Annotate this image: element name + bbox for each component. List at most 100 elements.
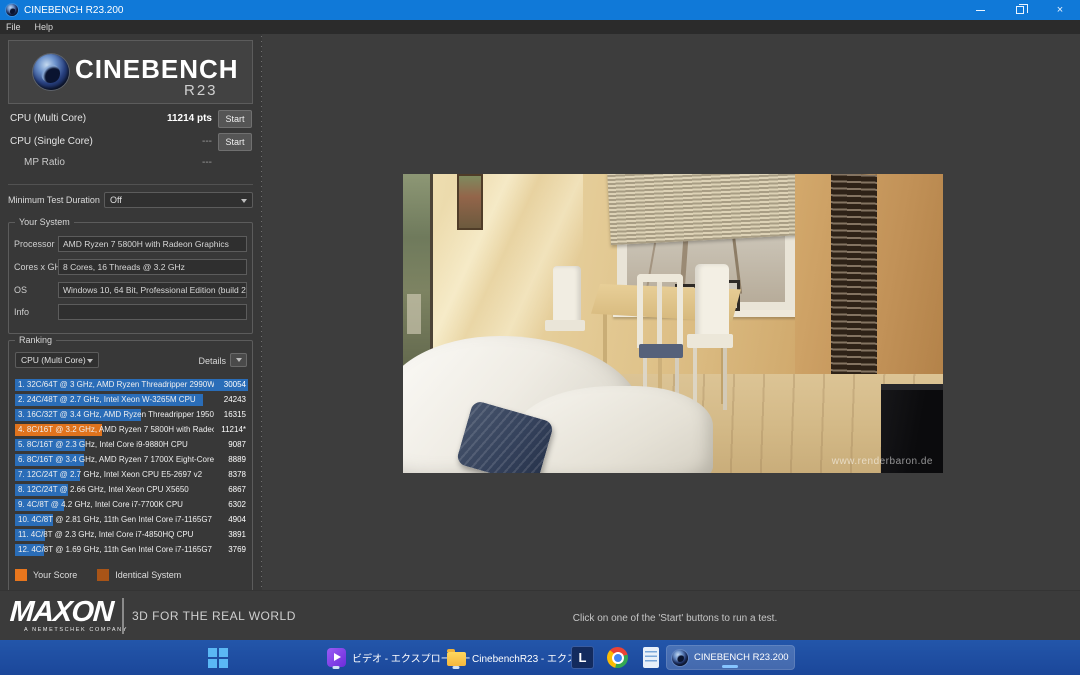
windows-logo-icon <box>208 648 228 668</box>
ranking-row-label: 10. 4C/8T @ 2.81 GHz, 11th Gen Intel Cor… <box>18 514 214 526</box>
cinebench-logo-text: CINEBENCH <box>75 54 239 85</box>
ranking-row[interactable]: 1. 32C/64T @ 3 GHz, AMD Ryzen Threadripp… <box>15 379 248 391</box>
details-toggle-button[interactable] <box>230 353 247 367</box>
mp-ratio-label: MP Ratio <box>24 157 65 168</box>
ranking-row-score: 9087 <box>228 439 246 451</box>
identical-system-label: Identical System <box>115 570 181 580</box>
info-label: Info <box>14 307 29 317</box>
os-label: OS <box>14 285 27 295</box>
maxon-tagline: 3D FOR THE REAL WORLD <box>132 609 296 623</box>
your-system-title: Your System <box>15 217 74 227</box>
cinebench-app-icon <box>6 4 18 16</box>
benchmark-render-image: www.renderbaron.de <box>403 174 943 473</box>
footer-divider <box>122 598 124 634</box>
chair-left <box>553 266 581 324</box>
ranking-row-score: 24243 <box>224 394 246 406</box>
chevron-down-icon <box>87 359 93 363</box>
ranking-row[interactable]: 2. 24C/48T @ 2.7 GHz, Intel Xeon W-3265M… <box>15 394 248 406</box>
cores-ghz-field[interactable]: 8 Cores, 16 Threads @ 3.2 GHz <box>58 259 247 275</box>
venetian-blinds <box>607 174 806 245</box>
ranking-row[interactable]: 4. 8C/16T @ 3.2 GHz, AMD Ryzen 7 5800H w… <box>15 424 248 436</box>
maxon-sub-text: A NEMETSCHEK COMPANY <box>24 627 128 633</box>
chair-right <box>695 264 729 342</box>
ranking-legend: Your Score Identical System <box>15 569 195 581</box>
ranking-row-label: 8. 12C/24T @ 2.66 GHz, Intel Xeon CPU X5… <box>18 484 214 496</box>
menu-help[interactable]: Help <box>35 22 54 32</box>
ranking-row[interactable]: 8. 12C/24T @ 2.66 GHz, Intel Xeon CPU X5… <box>15 484 248 496</box>
close-button[interactable]: × <box>1040 0 1080 20</box>
ranking-row[interactable]: 12. 4C/8T @ 1.69 GHz, 11th Gen Intel Cor… <box>15 544 248 556</box>
chair-left-seat <box>545 320 585 331</box>
processor-label: Processor <box>14 239 55 249</box>
menu-file[interactable]: File <box>6 22 21 32</box>
ranking-row-score: 3891 <box>228 529 246 541</box>
identical-system-swatch <box>97 569 109 581</box>
l-app-icon: L <box>571 646 594 669</box>
ranking-row-label: 1. 32C/64T @ 3 GHz, AMD Ryzen Threadripp… <box>18 379 214 391</box>
ranking-row-score: 3769 <box>228 544 246 556</box>
ranking-filter-value: CPU (Multi Core) <box>21 355 86 365</box>
ranking-row-score: 16315 <box>224 409 246 421</box>
chevron-down-icon <box>236 358 242 362</box>
cinebench-logo-icon <box>33 54 69 90</box>
close-icon: × <box>1057 4 1063 16</box>
picture-frame <box>457 174 483 230</box>
minimize-icon <box>976 10 985 11</box>
mp-ratio-row: MP Ratio --- <box>8 154 253 172</box>
ranking-row[interactable]: 11. 4C/8T @ 2.3 GHz, Intel Core i7-4850H… <box>15 529 248 541</box>
running-indicator <box>453 666 460 669</box>
panel-resize-handle[interactable] <box>261 36 262 588</box>
ranking-group: Ranking CPU (Multi Core) Details 1. 32C/… <box>8 340 253 592</box>
ranking-row[interactable]: 10. 4C/8T @ 2.81 GHz, 11th Gen Intel Cor… <box>15 514 248 526</box>
mp-ratio-value: --- <box>202 157 212 168</box>
chrome-icon <box>607 647 628 668</box>
ranking-row-label: 12. 4C/8T @ 1.69 GHz, 11th Gen Intel Cor… <box>18 544 214 556</box>
chair-middle-seat <box>639 344 683 358</box>
chair-middle-slat <box>657 282 662 346</box>
minimize-button[interactable] <box>960 0 1000 20</box>
cpu-singlecore-row: CPU (Single Core) --- Start <box>8 133 253 151</box>
chevron-down-icon <box>241 199 247 203</box>
menu-bar: File Help <box>0 20 1080 34</box>
cinebench-taskbar-icon <box>672 650 688 666</box>
start-multicore-button[interactable]: Start <box>218 110 252 128</box>
ranking-row-score: 6302 <box>228 499 246 511</box>
ranking-row[interactable]: 3. 16C/32T @ 3.4 GHz, AMD Ryzen Threadri… <box>15 409 248 421</box>
notepad-icon <box>643 647 659 668</box>
taskbar-notepad[interactable] <box>638 645 664 670</box>
restore-button[interactable] <box>1000 0 1040 20</box>
info-field[interactable] <box>58 304 247 320</box>
start-singlecore-button[interactable]: Start <box>218 133 252 151</box>
ranking-filter-select[interactable]: CPU (Multi Core) <box>15 352 99 368</box>
cpu-multicore-label: CPU (Multi Core) <box>10 113 86 124</box>
taskbar-cinebench-active[interactable]: CINEBENCH R23.200 <box>666 645 795 670</box>
ranking-row[interactable]: 7. 12C/24T @ 2.7 GHz, Intel Xeon CPU E5-… <box>15 469 248 481</box>
status-message: Click on one of the 'Start' buttons to r… <box>573 613 778 624</box>
processor-field[interactable]: AMD Ryzen 7 5800H with Radeon Graphics <box>58 236 247 252</box>
ranking-row-score: 11214* <box>221 424 246 436</box>
ranking-row[interactable]: 9. 4C/8T @ 4.2 GHz, Intel Core i7-7700K … <box>15 499 248 511</box>
ranking-title: Ranking <box>15 335 56 345</box>
maxon-logo: MAXON <box>9 596 114 629</box>
ranking-row-label: 5. 8C/16T @ 2.3 GHz, Intel Core i9-9880H… <box>18 439 214 451</box>
desktop: CINEBENCH R23.200 × File Help CINEBENCH … <box>0 0 1080 675</box>
ranking-row[interactable]: 5. 8C/16T @ 2.3 GHz, Intel Core i9-9880H… <box>15 439 248 451</box>
cinebench-logo-version: R23 <box>184 82 218 99</box>
taskbar-app-l[interactable]: L <box>566 645 599 670</box>
your-score-label: Your Score <box>33 570 77 580</box>
ranking-row-score: 8889 <box>228 454 246 466</box>
os-field[interactable]: Windows 10, 64 Bit, Professional Edition… <box>58 282 247 298</box>
start-button[interactable] <box>203 645 233 670</box>
min-test-duration-select[interactable]: Off <box>104 192 253 208</box>
running-indicator <box>333 666 340 669</box>
min-test-duration-label: Minimum Test Duration <box>8 195 100 205</box>
active-indicator <box>722 665 738 668</box>
title-bar[interactable]: CINEBENCH R23.200 × <box>0 0 1080 20</box>
ranking-row-score: 4904 <box>228 514 246 526</box>
taskbar-chrome[interactable] <box>602 645 633 670</box>
ranking-row-label: 4. 8C/16T @ 3.2 GHz, AMD Ryzen 7 5800H w… <box>18 424 214 436</box>
ranking-row[interactable]: 6. 8C/16T @ 3.4 GHz, AMD Ryzen 7 1700X E… <box>15 454 248 466</box>
your-score-swatch <box>15 569 27 581</box>
window-title: CINEBENCH R23.200 <box>24 5 123 16</box>
cpu-singlecore-score: --- <box>202 136 212 147</box>
